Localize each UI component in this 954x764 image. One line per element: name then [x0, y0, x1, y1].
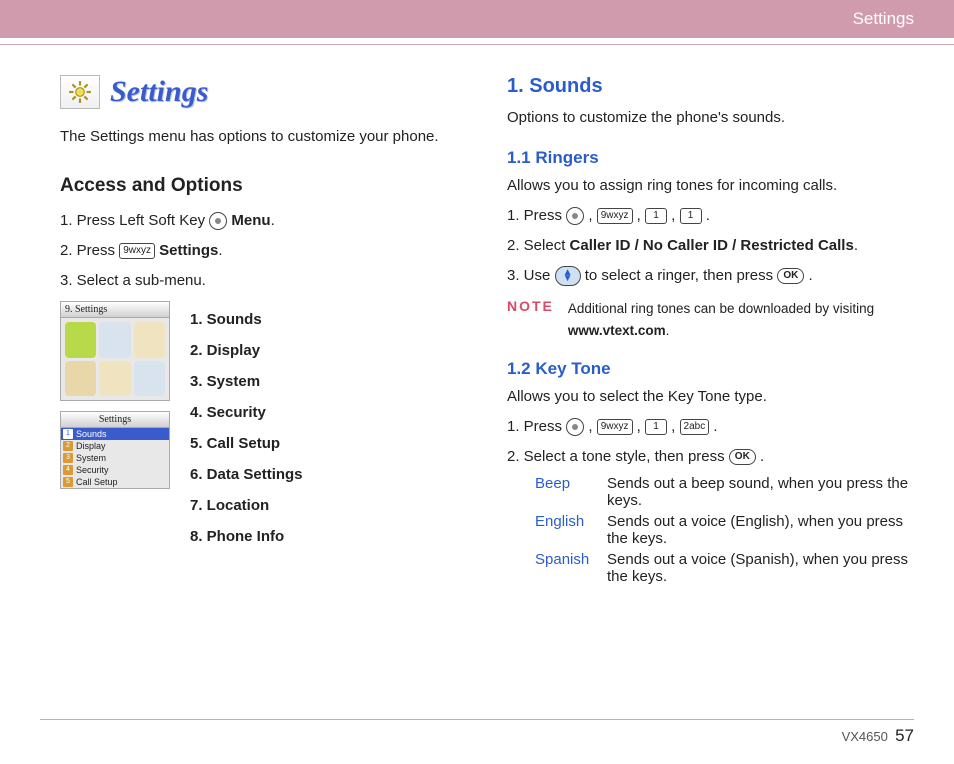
r-step-1: 1. Press , 9wxyz , 1 , 1 . [507, 204, 914, 228]
page-number: 57 [895, 726, 914, 745]
sounds-heading: 1. Sounds [507, 75, 914, 98]
key-9: 9wxyz [597, 419, 633, 435]
r-step-2: 2. Select Caller ID / No Caller ID / Res… [507, 234, 914, 258]
header-bar: Settings [0, 0, 954, 38]
intro-text: The Settings menu has options to customi… [60, 125, 467, 149]
kt-step-2: 2. Select a tone style, then press OK . [507, 445, 914, 469]
key-1: 1 [645, 419, 667, 435]
phone-screens: 9. Settings Settings 1Sounds 2Display 3S… [60, 301, 170, 556]
title-row: Settings [60, 75, 467, 109]
note-block: NOTE Additional ring tones can be downlo… [507, 298, 914, 341]
left-soft-key-icon [209, 212, 227, 230]
ringers-intro: Allows you to assign ring tones for inco… [507, 174, 914, 198]
phone-screen-list: Settings 1Sounds 2Display 3System 4Secur… [60, 411, 170, 489]
step-2: 2. Press 9wxyz Settings. [60, 239, 467, 263]
page-title: Settings [110, 75, 208, 109]
ringers-heading: 1.1 Ringers [507, 148, 914, 168]
soft-key-icon [566, 418, 584, 436]
kt-step-1: 1. Press , 9wxyz , 1 , 2abc . [507, 415, 914, 439]
keytone-intro: Allows you to select the Key Tone type. [507, 385, 914, 409]
nav-key-icon: ▲▼ [555, 266, 581, 286]
keytone-heading: 1.2 Key Tone [507, 359, 914, 379]
note-text: Additional ring tones can be downloaded … [568, 298, 914, 341]
submenu-block: 9. Settings Settings 1Sounds 2Display 3S… [60, 301, 467, 556]
settings-gear-icon [60, 75, 100, 109]
tone-row-spanish: Spanish Sends out a voice (Spanish), whe… [535, 551, 914, 585]
key-2: 2abc [680, 419, 710, 435]
r-step-3: 3. Use ▲▼ to select a ringer, then press… [507, 264, 914, 288]
ok-key-icon: OK [729, 449, 756, 465]
key-9: 9wxyz [597, 208, 633, 224]
tone-row-beep: Beep Sends out a beep sound, when you pr… [535, 475, 914, 509]
access-steps: 1. Press Left Soft Key Menu. 2. Press 9w… [60, 209, 467, 293]
key-9: 9wxyz [119, 243, 155, 259]
access-heading: Access and Options [60, 175, 467, 197]
step-3: 3. Select a sub-menu. [60, 269, 467, 293]
note-label: NOTE [507, 298, 554, 341]
tone-row-english: English Sends out a voice (English), whe… [535, 513, 914, 547]
ringers-steps: 1. Press , 9wxyz , 1 , 1 . 2. Select Cal… [507, 204, 914, 288]
model-label: VX4650 [842, 729, 888, 744]
right-column: 1. Sounds Options to customize the phone… [507, 75, 914, 589]
step-1: 1. Press Left Soft Key Menu. [60, 209, 467, 233]
content-columns: Settings The Settings menu has options t… [0, 45, 954, 589]
header-title: Settings [853, 9, 914, 29]
phone-screen-icons: 9. Settings [60, 301, 170, 401]
ok-key-icon: OK [777, 268, 804, 284]
left-column: Settings The Settings menu has options t… [60, 75, 467, 589]
tone-definitions: Beep Sends out a beep sound, when you pr… [507, 475, 914, 585]
key-1: 1 [645, 208, 667, 224]
submenu-list: 1. Sounds 2. Display 3. System 4. Securi… [190, 301, 303, 556]
footer: VX4650 57 [40, 719, 914, 746]
keytone-steps: 1. Press , 9wxyz , 1 , 2abc . 2. Select … [507, 415, 914, 469]
soft-key-icon [566, 207, 584, 225]
key-1: 1 [680, 208, 702, 224]
sounds-intro: Options to customize the phone's sounds. [507, 106, 914, 130]
